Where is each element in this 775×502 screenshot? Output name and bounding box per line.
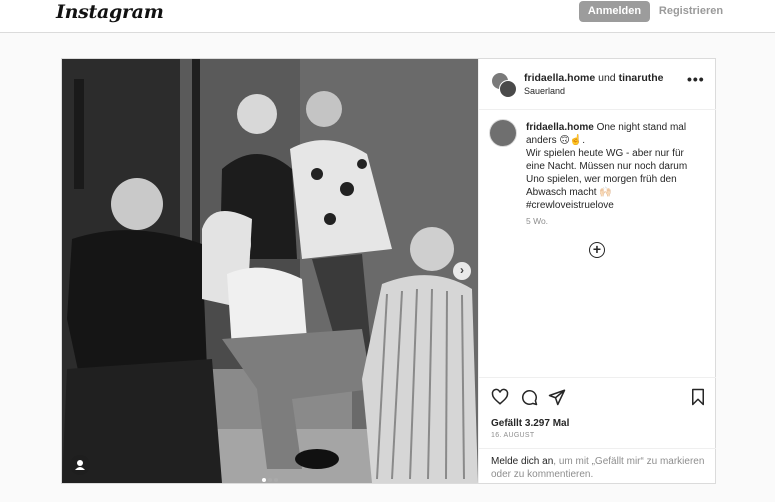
login-prompt: Melde dich an, um mit „Gefällt mir“ zu m… — [491, 455, 706, 481]
carousel-dot — [262, 478, 266, 482]
caption-text-3: Wir spielen heute WG - aber nur für — [526, 148, 684, 159]
send-icon[interactable] — [548, 388, 566, 406]
post-date: 16. AUGUST — [491, 432, 535, 439]
caption-text-5: Uno spielen, wer morgen früh den — [526, 174, 677, 185]
comment-icon[interactable] — [520, 388, 538, 406]
carousel-dot — [268, 478, 272, 482]
heart-icon[interactable] — [491, 388, 509, 406]
more-options-icon[interactable]: ••• — [687, 71, 705, 87]
register-button[interactable]: Registrieren — [656, 1, 726, 22]
post-authors: fridaella.home und tinaruthe — [524, 72, 664, 84]
post-sidebar: fridaella.home und tinaruthe Sauerland •… — [478, 59, 716, 483]
carousel-dots — [261, 469, 279, 483]
authors-connector: und — [598, 72, 616, 84]
caption-text-2: anders 🙃☝️. — [526, 135, 586, 146]
photo-illustration — [62, 59, 478, 483]
location-link[interactable]: Sauerland — [524, 86, 565, 96]
caption-avatar[interactable] — [489, 119, 517, 147]
author-avatars[interactable] — [491, 72, 517, 98]
login-button[interactable]: Anmelden — [579, 1, 650, 22]
likes-count[interactable]: Gefällt 3.297 Mal — [491, 418, 569, 429]
caption-text-1: One night stand mal — [596, 122, 687, 133]
post-header: fridaella.home und tinaruthe Sauerland •… — [479, 59, 716, 110]
top-bar: Instagram Anmelden Registrieren — [0, 0, 775, 33]
plus-circle-icon[interactable]: + — [589, 242, 605, 258]
post-time-ago[interactable]: 5 Wo. — [526, 216, 548, 226]
tagged-users-icon[interactable] — [70, 455, 90, 475]
author-link-2[interactable]: tinaruthe — [619, 72, 664, 84]
carousel-dot — [274, 478, 278, 482]
divider — [479, 448, 716, 449]
bookmark-icon[interactable] — [689, 388, 707, 406]
divider — [479, 377, 716, 378]
instagram-logo[interactable]: Instagram — [56, 1, 164, 23]
login-prompt-link[interactable]: Melde dich an — [491, 456, 553, 467]
caption-hashtag[interactable]: #crewloveistruelove — [526, 199, 708, 212]
avatar[interactable] — [499, 80, 517, 98]
post-photo[interactable]: › — [62, 59, 478, 483]
carousel-next-button[interactable]: › — [453, 262, 471, 280]
post-card: › fridaella.home und tinaruthe Sauerland… — [61, 58, 716, 484]
caption-text-6: Abwasch macht 🙌🏻 — [526, 187, 612, 198]
caption-username[interactable]: fridaella.home — [526, 122, 594, 133]
post-caption: fridaella.home One night stand mal ander… — [526, 121, 708, 212]
author-link-1[interactable]: fridaella.home — [524, 72, 595, 84]
caption-text-4: eine Nacht. Müssen nur noch darum — [526, 161, 688, 172]
